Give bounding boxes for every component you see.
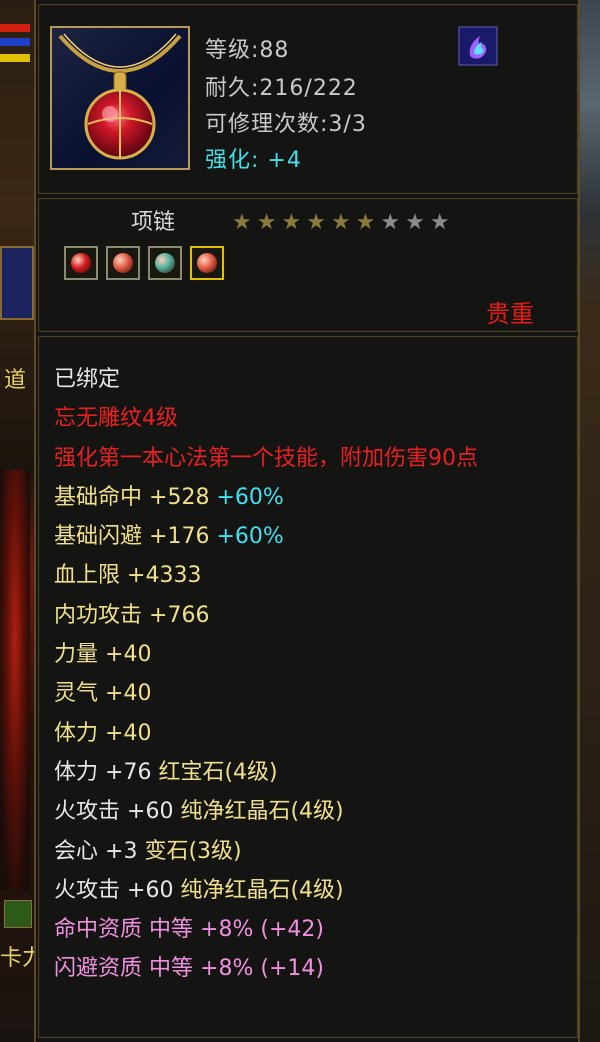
aptitude-value: +8% [200,956,254,982]
gem-stat-label: 会心 [54,838,99,864]
stat-value: +176 [149,524,210,550]
bound-status: 已绑定 [54,367,121,392]
gem-stat-label: 体力 [54,759,99,785]
red-gem-icon [71,253,91,273]
ruby-necklace-icon [58,33,182,160]
gem-name: 红宝石(4级) [158,759,278,785]
stat-row: 体力 +40 [54,714,569,753]
gem-stat-value: +3 [105,838,138,864]
stat-value: +4333 [127,563,202,589]
attribute-list: 已绑定 忘无雕纹4级 强化第一本心法第一个技能，附加伤害90点 基础命中 +52… [54,360,569,989]
gem-socket[interactable] [190,246,224,280]
stat-row: 基础闪避 +176 +60% [54,517,569,556]
star-filled-icon: ★ [306,210,326,235]
stat-label: 体力 [54,720,99,746]
stat-label: 基础闪避 [54,524,143,550]
stat-row: 基础命中 +528 +60% [54,478,569,517]
game-scene-right [580,0,600,1042]
star-filled-icon: ★ [330,210,351,235]
enhance-label: 强化: [205,148,260,173]
gem-socket[interactable] [148,246,182,280]
gem-stat-value: +60 [127,877,174,903]
gem-stat-value: +60 [127,799,174,825]
star-empty-icon: ★ [380,210,401,235]
gem-sockets [64,246,224,280]
aptitude-row: 闪避资质 中等 +8% (+14) [54,949,569,988]
stat-row: 内功攻击 +766 [54,596,569,635]
gem-stat-row: 体力 +76 红宝石(4级) [54,753,569,792]
stat-value: +766 [149,602,210,628]
stat-value: +40 [105,720,152,746]
side-label: 道 [4,368,27,393]
aptitude-grade: 中等 [149,917,194,943]
aptitude-value: +8% [200,917,254,943]
stat-value: +40 [105,681,152,707]
stat-extra: +60% [216,484,284,510]
teal-gem-icon [155,253,175,273]
star-filled-icon: ★ [355,210,376,235]
aptitude-grade: 中等 [149,956,194,982]
gem-stat-label: 火攻击 [54,877,121,903]
stat-value: +40 [105,642,152,668]
red-orange-gem-icon [197,253,217,273]
item-durability: 耐久:216/222 [205,76,358,101]
side-skill-icon[interactable] [4,900,32,928]
gem-name: 变石(3级) [144,838,242,864]
aptitude-label: 命中资质 [54,917,143,943]
aptitude-bonus: (+14) [260,956,324,982]
engrave-description: 强化第一本心法第一个技能，附加伤害90点 [54,445,478,471]
stat-label: 血上限 [54,563,121,589]
gem-stat-label: 火攻击 [54,799,121,825]
gem-stat-value: +76 [105,759,152,785]
orange-gem-icon [113,253,133,273]
gem-stat-row: 会心 +3 变石(3级) [54,832,569,871]
stat-row: 灵气 +40 [54,674,569,713]
star-rating: ★ ★ ★ ★ ★ ★ ★ ★ ★ [232,212,450,234]
stat-label: 灵气 [54,681,99,707]
aptitude-row: 命中资质 中等 +8% (+42) [54,910,569,949]
star-empty-icon: ★ [429,210,450,235]
gem-socket[interactable] [64,246,98,280]
stat-label: 力量 [54,642,99,668]
item-enhance: 强化: +4 [205,142,302,174]
aptitude-label: 闪避资质 [54,956,143,982]
item-icon-frame [50,26,190,170]
stat-label: 基础命中 [54,484,143,510]
stat-row: 力量 +40 [54,635,569,674]
gem-name: 纯净红晶石(4级) [180,877,344,903]
mp-bar [0,38,30,46]
exp-bar [0,54,30,62]
stat-row: 血上限 +4333 [54,556,569,595]
stat-label: 内功攻击 [54,602,143,628]
star-empty-icon: ★ [405,210,425,235]
side-portrait[interactable] [0,246,34,320]
stat-extra: +60% [216,524,284,550]
star-filled-icon: ★ [281,210,302,235]
item-repair-count: 可修理次数:3/3 [205,112,367,137]
gem-stat-row: 火攻击 +60 纯净红晶石(4级) [54,871,569,910]
gem-stat-row: 火攻击 +60 纯净红晶石(4级) [54,792,569,831]
engrave-title: 忘无雕纹4级 [54,406,178,432]
item-quality: 贵重 [486,300,534,328]
star-filled-icon: ★ [232,210,252,235]
purple-flame-skill-icon [458,26,498,66]
star-filled-icon: ★ [256,210,277,235]
item-level: 等级:88 [205,38,290,63]
aptitude-bonus: (+42) [260,917,324,943]
gem-name: 纯净红晶石(4级) [180,799,344,825]
enhance-value: +4 [267,148,302,173]
stat-value: +528 [149,484,210,510]
hp-bar [0,24,30,32]
gem-socket[interactable] [106,246,140,280]
character-model [0,470,30,890]
item-type: 项链 [131,210,176,235]
